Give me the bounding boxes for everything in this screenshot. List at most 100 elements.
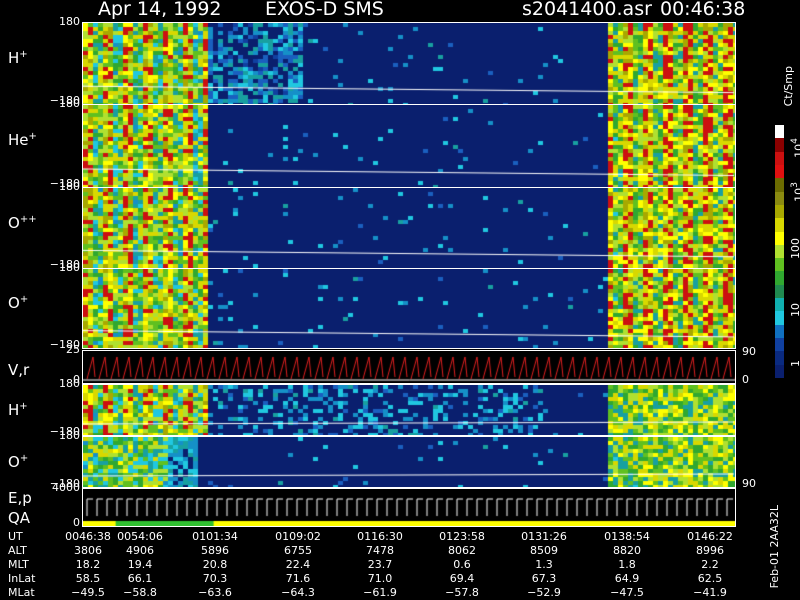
time-table-cell: −57.8: [445, 586, 479, 599]
time-table-cell: −47.5: [610, 586, 644, 599]
time-table-cell: 58.5: [75, 572, 101, 585]
colorbar-swatch: [775, 284, 784, 299]
panel-h1-plot: [83, 23, 736, 104]
time-table-cell: 8820: [613, 544, 641, 557]
time-table-cell: 0146:22: [687, 530, 733, 543]
panel-o2: [83, 437, 736, 487]
time-table-cell: 23.7: [367, 558, 393, 571]
colorbar-swatch: [775, 324, 784, 338]
panel-vr: [83, 351, 736, 383]
time-table-cell: 22.4: [285, 558, 311, 571]
panel-he-plot: [83, 105, 736, 187]
time-table-cell: 8062: [448, 544, 476, 557]
time-table-cell: 67.3: [531, 572, 557, 585]
time-table-cell: −41.9: [693, 586, 727, 599]
time-table-cell: −58.8: [123, 586, 157, 599]
panel-o2-label: O+: [8, 453, 29, 471]
time-table-cell: −61.9: [363, 586, 397, 599]
header-time: 00:46:38: [660, 0, 746, 20]
time-table-cell: −52.9: [527, 586, 561, 599]
time-table-cell: 0.6: [453, 558, 471, 571]
time-table-cell: 0101:34: [192, 530, 238, 543]
panel-o1-tick-top: 180: [59, 261, 80, 274]
time-table-cell: 64.9: [614, 572, 640, 585]
colorbar-swatch: [775, 364, 784, 378]
panel-opp-tick-top: 180: [59, 180, 80, 193]
panel-ep-tick-bottom: 0: [73, 516, 80, 529]
panel-he-tick-top: 180: [59, 97, 80, 110]
colorbar-swatch: [775, 231, 784, 245]
panel-o2-plot: [83, 437, 736, 487]
colorbar-tick-1e4: 104: [789, 138, 800, 158]
time-table-cell: 7478: [366, 544, 394, 557]
colorbar-swatch: [775, 164, 784, 179]
time-table-cell: 66.1: [127, 572, 153, 585]
footer-id: Feb-01 2AA32L: [768, 505, 781, 589]
header-file: s2041400.asr: [522, 0, 652, 20]
panel-he-label: He+: [8, 131, 37, 150]
time-table-cell: 8509: [530, 544, 558, 557]
time-table-cell: 71.0: [367, 572, 393, 585]
panel-label-sup: ++: [19, 213, 37, 225]
colorbar-swatch: [775, 351, 784, 365]
time-table-label-mlt: MLT: [8, 558, 29, 571]
colorbar-swatch: [775, 271, 784, 285]
panel-label-sup: +: [19, 294, 29, 306]
panel-label-sup: +: [19, 401, 28, 412]
colorbar-tick-100: 100: [789, 238, 800, 259]
time-table-cell: 19.4: [127, 558, 153, 571]
time-table-cell: 70.3: [202, 572, 228, 585]
time-table-cell: 6755: [284, 544, 312, 557]
time-table-cell: 0131:26: [521, 530, 567, 543]
time-table-label-mlat: MLat: [8, 586, 35, 599]
panel-he: [83, 105, 736, 187]
panel-ep: [83, 489, 736, 526]
panel-vr-plot: [83, 351, 736, 383]
colorbar-tick-1e3: 103: [789, 182, 800, 202]
colorbar-swatch: [775, 178, 784, 192]
panel-label-sup: +: [19, 48, 28, 60]
colorbar-swatch: [775, 191, 784, 205]
panel-o2-tick-top: 180: [59, 429, 80, 442]
header-instrument: EXOS-D SMS: [265, 0, 384, 20]
time-table-cell: 20.8: [202, 558, 228, 571]
time-table-label-inlat: InLat: [8, 572, 36, 585]
panel-h1-label: H+: [8, 48, 28, 67]
colorbar: [775, 125, 784, 378]
panel-ep-label2: QA: [8, 509, 31, 527]
panel-ep-tick-top: 4000: [52, 481, 80, 494]
colorbar-swatch: [775, 298, 784, 312]
panel-label-sup: +: [28, 131, 37, 143]
colorbar-tick-1: 1: [789, 360, 800, 367]
time-table-cell: 2.2: [701, 558, 719, 571]
colorbar-swatch: [775, 151, 784, 165]
panel-h2-label: H+: [8, 401, 28, 419]
colorbar-swatch: [775, 244, 784, 259]
time-table-label-alt: ALT: [8, 544, 27, 557]
colorbar-tick-10: 10: [789, 303, 800, 317]
panel-h2-plot: [83, 385, 736, 435]
time-table-cell: 8996: [696, 544, 724, 557]
time-table-cell: 4906: [126, 544, 154, 557]
panel-o1-label: O+: [8, 294, 29, 313]
panel-ep-label: E,p: [8, 489, 32, 507]
time-table-cell: −64.3: [281, 586, 315, 599]
panel-o2-right-bottom: 90: [742, 477, 756, 490]
panel-vr-label: V,r: [8, 361, 30, 380]
panel-h1-tick-top: 180: [59, 15, 80, 28]
time-table-cell: 0116:30: [357, 530, 403, 543]
time-table-cell: 18.2: [75, 558, 101, 571]
panel-h1: [83, 23, 736, 104]
colorbar-swatch: [775, 218, 784, 232]
header-date: Apr 14, 1992: [98, 0, 222, 20]
colorbar-unit: Ct/Smp: [782, 66, 795, 107]
time-table-cell: −63.6: [198, 586, 232, 599]
colorbar-swatch: [775, 258, 784, 272]
panel-opp-plot: [83, 188, 736, 268]
panel-ep-plot: [83, 489, 736, 526]
time-table-cell: 0046:38: [65, 530, 111, 543]
time-table-cell: 3806: [74, 544, 102, 557]
time-table-label-ut: UT: [8, 530, 23, 543]
colorbar-swatch: [775, 311, 784, 325]
time-table-cell: 62.5: [697, 572, 723, 585]
